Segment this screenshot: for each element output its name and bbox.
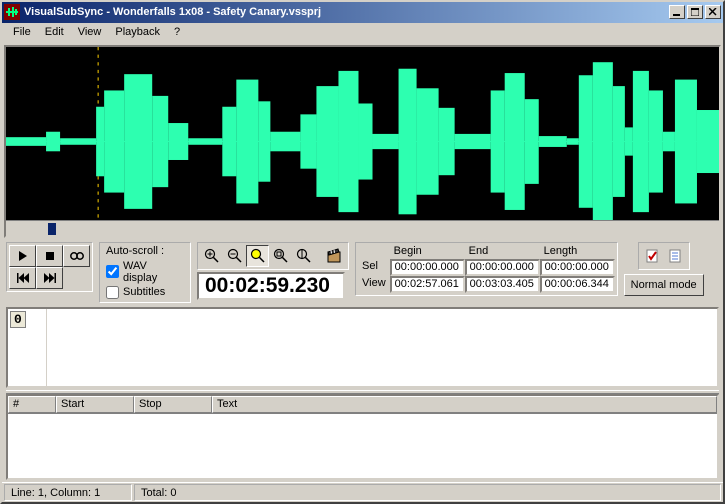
col-num[interactable]: #	[8, 396, 56, 413]
zoom-vertical-button[interactable]	[292, 245, 315, 267]
zoom-in-button[interactable]	[200, 245, 223, 267]
window-title: VisualSubSync - Wonderfalls 1x08 - Safet…	[24, 6, 667, 18]
right-tools: Normal mode	[624, 242, 704, 296]
waveform-scrollbar[interactable]	[6, 220, 719, 236]
play-button[interactable]	[9, 245, 36, 267]
menubar: File Edit View Playback ?	[2, 23, 723, 43]
loop-button[interactable]	[63, 245, 90, 267]
length-header: Length	[540, 245, 615, 259]
sel-begin-field[interactable]: 00:00:00.000	[390, 259, 465, 276]
view-end-field[interactable]: 00:03:03.405	[465, 276, 540, 293]
autoscroll-wav-checkbox[interactable]: WAV display	[104, 259, 186, 285]
stop-button[interactable]	[36, 245, 63, 267]
menu-help[interactable]: ?	[167, 24, 187, 40]
sel-end-field[interactable]: 00:00:00.000	[465, 259, 540, 276]
view-row-label: View	[358, 276, 390, 293]
menu-view[interactable]: View	[71, 24, 109, 40]
selection-view-panel: Begin End Length Sel 00:00:00.000 00:00:…	[355, 242, 618, 296]
subtitle-textarea[interactable]	[46, 309, 717, 387]
app-icon	[4, 4, 20, 20]
menu-edit[interactable]: Edit	[38, 24, 71, 40]
view-begin-field[interactable]: 00:02:57.061	[390, 276, 465, 293]
zoom-all-button[interactable]	[269, 245, 292, 267]
sel-length-field[interactable]: 00:00:00.000	[540, 259, 615, 276]
zoom-selection-button[interactable]	[246, 245, 269, 267]
scene-change-button[interactable]	[323, 245, 346, 267]
minimize-button[interactable]	[669, 5, 685, 19]
scrollbar-thumb[interactable]	[48, 223, 56, 235]
transport-controls	[6, 242, 93, 292]
preferences-button[interactable]	[664, 245, 687, 267]
statusbar: Line: 1, Column: 1 Total: 0	[2, 482, 723, 502]
begin-header: Begin	[390, 245, 465, 259]
status-total: Total: 0	[141, 487, 176, 499]
status-cursor: Line: 1, Column: 1	[11, 487, 100, 499]
subtitle-editor: 0	[6, 307, 719, 389]
autoscroll-subs-checkbox[interactable]: Subtitles	[104, 285, 186, 300]
autoscroll-label: Auto-scroll :	[104, 245, 186, 259]
view-length-field[interactable]: 00:00:06.344	[540, 276, 615, 293]
mode-button[interactable]: Normal mode	[624, 274, 704, 296]
prev-button[interactable]	[9, 267, 36, 289]
zoom-time-panel: 00:02:59.230	[197, 242, 349, 300]
subtitle-list[interactable]: # Start Stop Text	[6, 394, 719, 480]
close-button[interactable]	[705, 5, 721, 19]
subtitle-index: 0	[10, 311, 26, 328]
zoom-out-button[interactable]	[223, 245, 246, 267]
maximize-button[interactable]	[687, 5, 703, 19]
menu-file[interactable]: File	[6, 24, 38, 40]
timecode-display: 00:02:59.230	[197, 272, 345, 300]
col-text[interactable]: Text	[212, 396, 717, 413]
end-header: End	[465, 245, 540, 259]
titlebar: VisualSubSync - Wonderfalls 1x08 - Safet…	[2, 2, 723, 23]
toolbar: Auto-scroll : WAV display Subtitles 00:0…	[2, 240, 723, 305]
col-start[interactable]: Start	[56, 396, 134, 413]
sel-row-label: Sel	[358, 259, 390, 276]
menu-playback[interactable]: Playback	[108, 24, 167, 40]
col-stop[interactable]: Stop	[134, 396, 212, 413]
waveform-display[interactable]	[4, 45, 721, 238]
check-errors-button[interactable]	[641, 245, 664, 267]
next-button[interactable]	[36, 267, 63, 289]
autoscroll-panel: Auto-scroll : WAV display Subtitles	[99, 242, 191, 303]
